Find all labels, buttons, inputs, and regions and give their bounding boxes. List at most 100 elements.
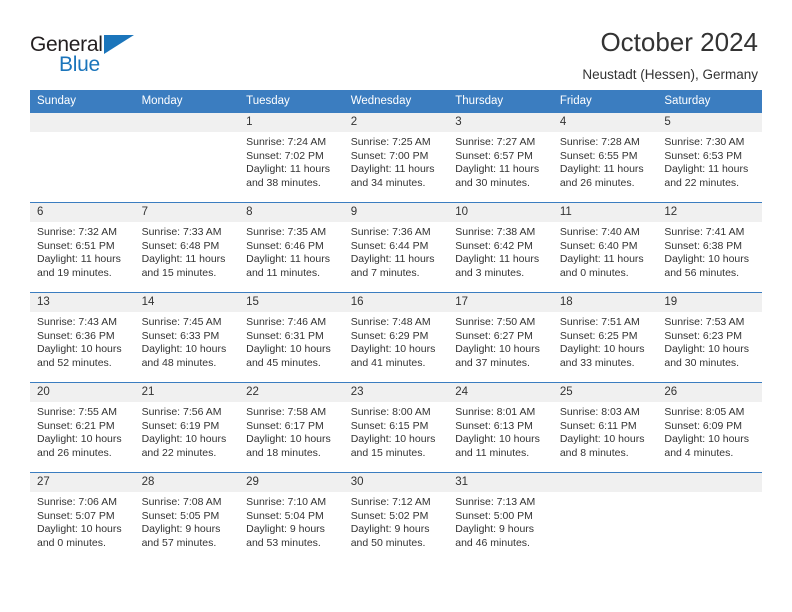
daylight-duration-line1: Daylight: 11 hours (246, 163, 330, 176)
weekday-header-friday: Friday (552, 90, 658, 113)
page-title: October 2024 (600, 27, 758, 57)
calendar-day-cell[interactable]: 20 Sunrise: 7:55 AM Sunset: 6:21 PM Dayligh… (30, 382, 135, 473)
weekday-header-thursday: Thursday (448, 90, 553, 113)
weekday-header-sunday: Sunday (30, 90, 135, 113)
daylight-duration-line2: and 11 minutes. (246, 266, 321, 279)
sunrise-time: Sunrise: 7:40 AM (559, 226, 640, 238)
day-details: Sunrise: 8:00 AM Sunset: 6:15 PM Daylight:… (344, 402, 449, 460)
calendar-day-cell[interactable]: 26 Sunrise: 8:05 AM Sunset: 6:09 PM Dayligh… (657, 382, 762, 473)
sunrise-time: Sunrise: 7:08 AM (141, 496, 222, 508)
daylight-duration-line2: and 22 minutes. (664, 176, 740, 189)
calendar-day-cell[interactable]: 7 Sunrise: 7:33 AM Sunset: 6:48 PM Daylight… (134, 202, 240, 293)
calendar-day-cell[interactable]: 23 Sunrise: 8:00 AM Sunset: 6:15 PM Dayligh… (343, 382, 449, 473)
sunrise-time: Sunrise: 7:43 AM (37, 316, 117, 328)
general-blue-logo[interactable]: General Blue (30, 28, 148, 80)
sunset-time: Sunset: 6:44 PM (350, 239, 429, 252)
daylight-duration-line2: and 15 minutes. (141, 266, 217, 279)
daylight-duration-line2: and 4 minutes. (664, 446, 734, 459)
calendar-day-cell[interactable]: 5 Sunrise: 7:30 AM Sunset: 6:53 PM Daylight… (657, 112, 762, 203)
daylight-duration-line1: Daylight: 10 hours (664, 253, 750, 266)
daylight-duration-line1: Daylight: 10 hours (350, 433, 436, 446)
day-details: Sunrise: 7:35 AM Sunset: 6:46 PM Daylight:… (239, 222, 344, 280)
sunset-time: Sunset: 6:21 PM (37, 419, 115, 432)
daylight-duration-line1: Daylight: 11 hours (455, 163, 540, 176)
calendar-day-cell[interactable]: 27 Sunrise: 7:06 AM Sunset: 5:07 PM Dayligh… (30, 472, 135, 563)
day-details: Sunrise: 7:32 AM Sunset: 6:51 PM Daylight:… (30, 222, 135, 280)
calendar-day-cell[interactable]: 6 Sunrise: 7:32 AM Sunset: 6:51 PM Daylight… (30, 202, 135, 293)
calendar-day-cell[interactable]: 21 Sunrise: 7:56 AM Sunset: 6:19 PM Dayligh… (134, 382, 240, 473)
daylight-duration-line2: and 45 minutes. (246, 356, 321, 369)
sunset-time: Sunset: 5:04 PM (246, 509, 324, 522)
daylight-duration-line1: Daylight: 10 hours (37, 343, 122, 356)
daylight-duration-line2: and 22 minutes. (141, 446, 217, 459)
calendar-day-cell[interactable]: 16 Sunrise: 7:48 AM Sunset: 6:29 PM Dayligh… (343, 292, 449, 383)
day-number: 12 (657, 203, 762, 222)
calendar-day-cell[interactable]: 2 Sunrise: 7:25 AM Sunset: 7:00 PM Daylight… (343, 112, 449, 203)
calendar-day-cell[interactable]: 8 Sunrise: 7:35 AM Sunset: 6:46 PM Daylight… (239, 202, 344, 293)
calendar-day-cell[interactable]: 22 Sunrise: 7:58 AM Sunset: 6:17 PM Dayligh… (239, 382, 344, 473)
sunset-time: Sunset: 5:05 PM (141, 509, 220, 522)
sunrise-time: Sunrise: 8:03 AM (559, 406, 640, 418)
daylight-duration-line2: and 38 minutes. (246, 176, 321, 189)
calendar-day-cell[interactable]: 18 Sunrise: 7:51 AM Sunset: 6:25 PM Dayligh… (552, 292, 658, 383)
day-number: 18 (552, 293, 658, 312)
calendar-day-cell[interactable]: 30 Sunrise: 7:12 AM Sunset: 5:02 PM Dayligh… (343, 472, 449, 563)
sunrise-time: Sunrise: 7:53 AM (664, 316, 745, 328)
day-details: Sunrise: 7:43 AM Sunset: 6:36 PM Daylight:… (30, 312, 135, 370)
calendar-day-cell[interactable]: 29 Sunrise: 7:10 AM Sunset: 5:04 PM Dayligh… (239, 472, 344, 563)
calendar-day-cell[interactable]: 15 Sunrise: 7:46 AM Sunset: 6:31 PM Dayligh… (239, 292, 344, 383)
calendar-day-cell[interactable]: 1 Sunrise: 7:24 AM Sunset: 7:02 PM Daylight… (239, 112, 344, 203)
calendar-day-cell[interactable]: 10 Sunrise: 7:38 AM Sunset: 6:42 PM Dayligh… (448, 202, 553, 293)
daylight-duration-line1: Daylight: 11 hours (141, 253, 226, 266)
daylight-duration-line1: Daylight: 11 hours (559, 163, 644, 176)
day-number: 13 (30, 293, 135, 312)
calendar-day-cell[interactable]: 13 Sunrise: 7:43 AM Sunset: 6:36 PM Dayligh… (30, 292, 135, 383)
day-number (30, 113, 135, 132)
day-details: Sunrise: 7:58 AM Sunset: 6:17 PM Daylight:… (239, 402, 344, 460)
calendar-day-cell[interactable]: 24 Sunrise: 8:01 AM Sunset: 6:13 PM Dayligh… (448, 382, 553, 473)
sunset-time: Sunset: 6:42 PM (455, 239, 533, 252)
sunrise-time: Sunrise: 7:56 AM (141, 406, 222, 418)
calendar-day-cell[interactable]: 9 Sunrise: 7:36 AM Sunset: 6:44 PM Daylight… (343, 202, 449, 293)
calendar-day-cell[interactable]: 28 Sunrise: 7:08 AM Sunset: 5:05 PM Dayligh… (134, 472, 240, 563)
calendar-day-cell-empty (30, 112, 135, 203)
daylight-duration-line1: Daylight: 11 hours (664, 163, 749, 176)
daylight-duration-line2: and 48 minutes. (141, 356, 217, 369)
calendar-week-row: 20 Sunrise: 7:55 AM Sunset: 6:21 PM Dayligh… (30, 382, 762, 473)
sunset-time: Sunset: 6:13 PM (455, 419, 533, 432)
calendar-day-cell[interactable]: 3 Sunrise: 7:27 AM Sunset: 6:57 PM Daylight… (448, 112, 553, 203)
calendar-day-cell[interactable]: 17 Sunrise: 7:50 AM Sunset: 6:27 PM Dayligh… (448, 292, 553, 383)
sunset-time: Sunset: 6:19 PM (141, 419, 220, 432)
calendar-day-cell[interactable]: 11 Sunrise: 7:40 AM Sunset: 6:40 PM Dayligh… (552, 202, 658, 293)
calendar-day-cell[interactable]: 19 Sunrise: 7:53 AM Sunset: 6:23 PM Dayligh… (657, 292, 762, 383)
calendar-day-cell[interactable]: 31 Sunrise: 7:13 AM Sunset: 5:00 PM Dayligh… (448, 472, 553, 563)
day-number: 11 (552, 203, 658, 222)
sunrise-time: Sunrise: 8:00 AM (350, 406, 431, 418)
daylight-duration-line1: Daylight: 10 hours (141, 433, 227, 446)
sunset-time: Sunset: 6:36 PM (37, 329, 115, 342)
calendar-day-cell[interactable]: 4 Sunrise: 7:28 AM Sunset: 6:55 PM Daylight… (552, 112, 658, 203)
sunrise-time: Sunrise: 8:05 AM (664, 406, 745, 418)
calendar-day-cell[interactable]: 14 Sunrise: 7:45 AM Sunset: 6:33 PM Dayligh… (134, 292, 240, 383)
sunset-time: Sunset: 6:48 PM (141, 239, 220, 252)
daylight-duration-line1: Daylight: 11 hours (455, 253, 540, 266)
daylight-duration-line2: and 46 minutes. (455, 536, 530, 549)
calendar-day-cell[interactable]: 25 Sunrise: 8:03 AM Sunset: 6:11 PM Dayligh… (552, 382, 658, 473)
day-details: Sunrise: 7:48 AM Sunset: 6:29 PM Daylight:… (344, 312, 449, 370)
day-details: Sunrise: 7:56 AM Sunset: 6:19 PM Daylight:… (135, 402, 240, 460)
daylight-duration-line2: and 0 minutes. (559, 266, 629, 279)
day-number: 21 (134, 383, 240, 402)
sunrise-time: Sunrise: 7:27 AM (455, 136, 536, 148)
sunset-time: Sunset: 6:29 PM (350, 329, 429, 342)
sunset-time: Sunset: 6:09 PM (664, 419, 743, 432)
daylight-duration-line2: and 3 minutes. (455, 266, 525, 279)
day-number: 2 (343, 113, 449, 132)
weekday-header-tuesday: Tuesday (239, 90, 344, 113)
day-number: 22 (239, 383, 344, 402)
daylight-duration-line1: Daylight: 10 hours (246, 343, 331, 356)
sunrise-time: Sunrise: 7:10 AM (246, 496, 327, 508)
sunset-time: Sunset: 6:15 PM (350, 419, 429, 432)
daylight-duration-line1: Daylight: 10 hours (37, 523, 122, 536)
calendar-day-cell[interactable]: 12 Sunrise: 7:41 AM Sunset: 6:38 PM Dayligh… (657, 202, 762, 293)
weekday-header-row: Sunday Monday Tuesday Wednesday Thursday… (30, 90, 762, 113)
